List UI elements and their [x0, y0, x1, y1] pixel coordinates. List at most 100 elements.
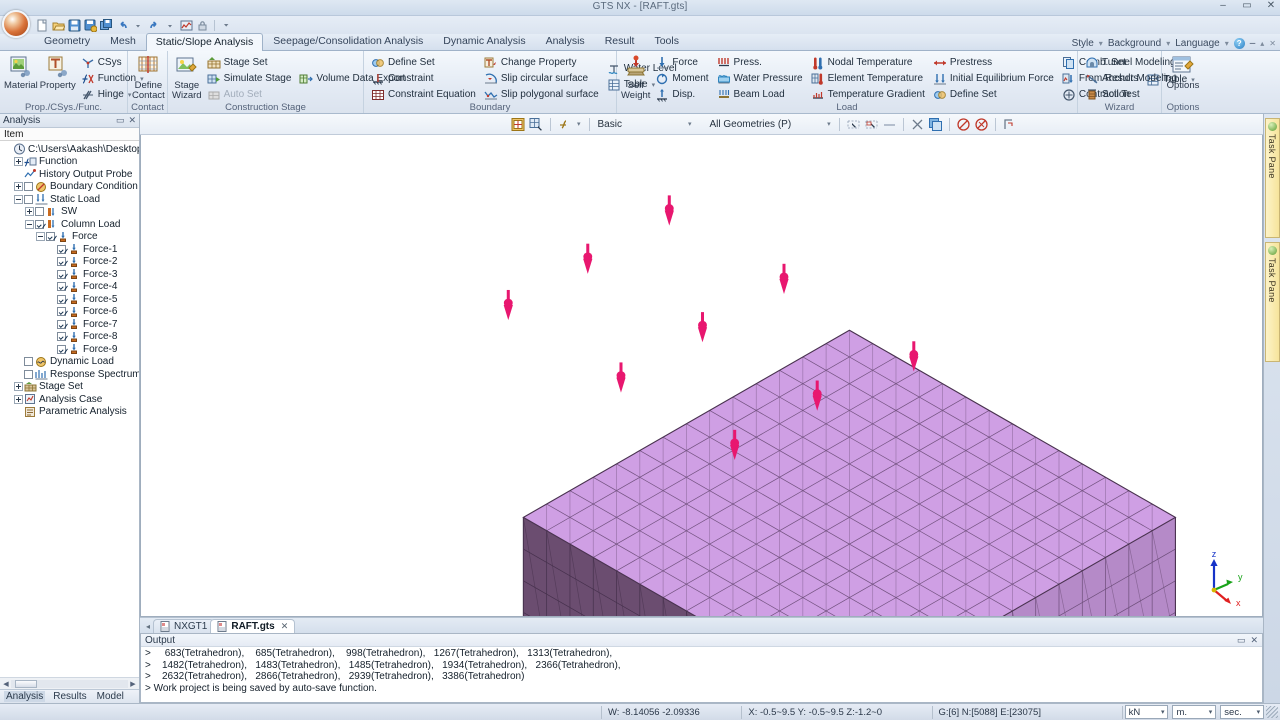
style-dropdown-icon[interactable]: ▾	[1099, 39, 1103, 48]
scroll-track[interactable]	[11, 679, 128, 688]
tree-item-force[interactable]: Force	[0, 231, 139, 244]
ribbon-close-button[interactable]: ✕	[1269, 39, 1276, 48]
tree-item-function[interactable]: Function	[0, 156, 139, 169]
menu-background[interactable]: Background	[1108, 38, 1161, 49]
redo-dropdown-icon[interactable]	[164, 19, 177, 32]
tree-checkbox[interactable]	[57, 294, 66, 304]
geometry-filter-dropdown-icon[interactable]: ▾	[825, 120, 833, 128]
save-icon[interactable]	[68, 19, 81, 32]
save-all-icon[interactable]	[100, 18, 113, 32]
slip-polygonal-surface-button[interactable]: Slip polygonal surface	[481, 87, 602, 102]
snap-icon[interactable]	[1002, 117, 1017, 132]
tree-checkbox[interactable]	[24, 357, 33, 367]
pressure-button[interactable]: Press.	[714, 55, 806, 70]
language-dropdown-icon[interactable]: ▾	[1225, 39, 1229, 48]
force-unit-dropdown-icon[interactable]: ▾	[1161, 708, 1165, 716]
constraint-button[interactable]: Constraint	[368, 71, 479, 86]
new-icon[interactable]	[36, 19, 49, 32]
tree-expander-icon[interactable]	[25, 207, 34, 217]
ribbon-tab-geometry[interactable]: Geometry	[34, 32, 100, 50]
tree-item-boundary-condition[interactable]: Boundary Condition	[0, 181, 139, 194]
prestress-button[interactable]: Prestress	[930, 55, 1057, 70]
tree-item-dynamic-load[interactable]: Dynamic Load	[0, 356, 139, 369]
ribbon-tab-seepage-consolidation-analysis[interactable]: Seepage/Consolidation Analysis	[263, 32, 433, 50]
element-temperature-button[interactable]: Element Temperature	[808, 71, 928, 86]
length-unit-select[interactable]: m. ▾	[1172, 705, 1217, 719]
tree-checkbox[interactable]	[57, 244, 66, 254]
length-unit-dropdown-icon[interactable]: ▾	[1209, 708, 1213, 716]
selection-filter-icon[interactable]	[529, 117, 544, 132]
panel-tab-model[interactable]: Model	[95, 691, 126, 702]
scroll-left-arrow-icon[interactable]: ◀	[1, 680, 11, 688]
customize-qat-icon[interactable]	[220, 19, 233, 32]
close-button[interactable]: ✕	[1264, 0, 1278, 11]
tree-item-parametric-analysis[interactable]: Parametric Analysis	[0, 406, 139, 419]
pick-mode-icon[interactable]	[557, 117, 572, 132]
load-define-set-button[interactable]: Define Set	[930, 87, 1057, 102]
tree-checkbox[interactable]	[57, 282, 66, 292]
pick-mode-dropdown-icon[interactable]: ▾	[575, 120, 583, 128]
tree-checkbox[interactable]	[24, 369, 33, 379]
tree-item-force-5[interactable]: Force-5	[0, 293, 139, 306]
tree-horizontal-scrollbar[interactable]: ◀ ▶	[0, 677, 139, 689]
analysis-tree[interactable]: C:\Users\Aakash\Desktop\RAFT.gtsFunction…	[0, 141, 139, 677]
panel-tab-results[interactable]: Results	[51, 691, 88, 702]
tree-item-history-output-probe[interactable]: History Output Probe	[0, 168, 139, 181]
analysis-icon[interactable]	[180, 19, 193, 32]
tree-item-force-2[interactable]: Force-2	[0, 256, 139, 269]
tree-item-force-9[interactable]: Force-9	[0, 343, 139, 356]
model-scene[interactable]	[141, 135, 1262, 617]
tree-checkbox[interactable]	[24, 182, 33, 192]
tree-item-force-4[interactable]: Force-4	[0, 281, 139, 294]
select-single-icon[interactable]	[846, 117, 861, 132]
tree-item-force-6[interactable]: Force-6	[0, 306, 139, 319]
undo-dropdown-icon[interactable]	[132, 19, 145, 32]
tree-item-c-users-aakash-desktop-raft-gts[interactable]: C:\Users\Aakash\Desktop\RAFT.gts	[0, 143, 139, 156]
tree-checkbox[interactable]	[57, 332, 66, 342]
ribbon-tab-dynamic-analysis[interactable]: Dynamic Analysis	[433, 32, 535, 50]
tree-expander-icon[interactable]	[14, 194, 23, 204]
define-contact-button[interactable]: Define Contact	[132, 53, 165, 100]
tree-expander-icon[interactable]	[14, 382, 23, 392]
tree-checkbox[interactable]	[57, 269, 66, 279]
document-tab-raft[interactable]: RAFT.gts ✕	[210, 619, 296, 633]
geometry-filter-label[interactable]: All Geometries (P)	[707, 119, 793, 130]
menu-style[interactable]: Style	[1072, 38, 1094, 49]
undo-icon[interactable]	[116, 19, 129, 32]
select-line-icon[interactable]	[882, 117, 897, 132]
ribbon-collapse-button[interactable]: –	[1250, 38, 1256, 49]
ribbon-tab-static-slope-analysis[interactable]: Static/Slope Analysis	[145, 33, 264, 51]
slip-circular-surface-button[interactable]: Slip circular surface	[481, 71, 602, 86]
viewport-3d[interactable]: z y x	[140, 135, 1263, 617]
time-unit-dropdown-icon[interactable]: ▾	[1257, 708, 1261, 716]
constraint-equation-button[interactable]: Constraint Equation	[368, 87, 479, 102]
display-mode-icon[interactable]	[511, 117, 526, 132]
ribbon-tab-mesh[interactable]: Mesh	[100, 32, 146, 50]
tree-checkbox[interactable]	[46, 232, 55, 242]
scroll-right-arrow-icon[interactable]: ▶	[128, 680, 138, 688]
property-button[interactable]: Property	[40, 53, 76, 91]
stage-set-button[interactable]: Stage Set	[204, 55, 295, 70]
analysis-panel-close-icon[interactable]: ✕	[128, 115, 136, 126]
tree-checkbox[interactable]	[57, 344, 66, 354]
ribbon-tab-result[interactable]: Result	[595, 32, 645, 50]
tree-expander-icon[interactable]	[14, 394, 23, 404]
nodal-temperature-button[interactable]: Nodal Temperature	[808, 55, 928, 70]
select-all-icon[interactable]	[928, 117, 943, 132]
task-pane-tab-1[interactable]: Task Pane	[1264, 118, 1280, 238]
time-unit-select[interactable]: sec. ▾	[1220, 705, 1265, 719]
output-log[interactable]: > 683(Tetrahedron), 685(Tetrahedron), 99…	[141, 647, 1262, 702]
ribbon-tab-tools[interactable]: Tools	[644, 32, 689, 50]
moment-button[interactable]: Moment	[652, 71, 711, 86]
minimize-button[interactable]: –	[1216, 0, 1230, 11]
tree-checkbox[interactable]	[57, 319, 66, 329]
help-icon[interactable]: ?	[1233, 38, 1245, 49]
open-icon[interactable]	[52, 19, 65, 32]
tree-checkbox[interactable]	[35, 219, 44, 229]
ribbon-restore-button[interactable]: ▴	[1260, 39, 1264, 48]
select-window-icon[interactable]	[864, 117, 879, 132]
pin-icon[interactable]: ▭	[116, 115, 125, 126]
tree-item-force-3[interactable]: Force-3	[0, 268, 139, 281]
options-button[interactable]: Options	[1166, 53, 1200, 91]
save-as-icon[interactable]	[84, 19, 97, 32]
